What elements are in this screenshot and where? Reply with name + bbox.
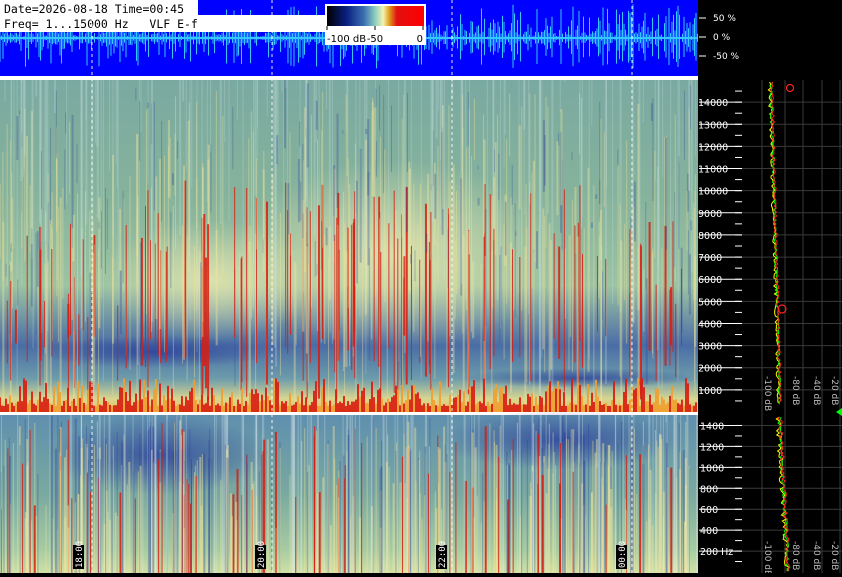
frequency-tick-label: 8000 <box>698 231 722 242</box>
waveform-tick-label: -50 % <box>713 52 740 62</box>
frequency-tick-label: 6000 <box>698 275 722 286</box>
spectrum-db-tick-label: -100 dB <box>762 541 772 573</box>
vlf-spectrogram-screen: Date=2026-08-18 Time=00:45 Freq= 1...150… <box>0 0 842 576</box>
frequency-tick-label: 200 Hz <box>700 547 733 558</box>
frequency-tick-label: 9000 <box>698 209 722 220</box>
frequency-tick-label: 14000 <box>698 98 728 109</box>
colorbar-tick-label: -50 <box>367 34 383 45</box>
spectrum-panel: 1000 2000 3000 4000 5000 6000 7000 8000 9000 1000… <box>698 76 842 576</box>
spectrum-db-tick-label: -80 dB <box>790 376 800 405</box>
upper-noise-glow <box>100 220 320 340</box>
upper-spectrogram <box>0 80 700 412</box>
colorbar-tick-label: -100 dB <box>327 34 366 45</box>
colorbar-tick-label: 0 <box>417 34 423 45</box>
spectrum-db-tick-label: -100 dB <box>762 376 772 411</box>
header-box-extension <box>198 15 325 32</box>
spectrum-db-tick-label: -40 dB <box>811 541 821 570</box>
frequency-tick-label: 1000 <box>698 386 722 397</box>
time-label: 22:00 <box>438 541 448 568</box>
frequency-tick-label: 800 <box>700 484 718 495</box>
colorbar: -100 dB -50 0 <box>325 4 426 45</box>
frequency-tick-label: 400 <box>700 526 718 537</box>
vlf-figure: Date=2026-08-18 Time=00:45 Freq= 1...150… <box>0 0 842 576</box>
header-date-time: Date=2026-08-18 Time=00:45 <box>4 2 184 16</box>
frequency-tick-label: 1000 <box>700 463 724 474</box>
waveform-tick-label: 50 % <box>713 14 736 24</box>
frequency-tick-label: 13000 <box>698 120 728 131</box>
frequency-tick-label: 12000 <box>698 142 728 153</box>
panel-separator <box>0 76 698 80</box>
colorbar-gradient <box>327 6 424 26</box>
frequency-tick-label: 7000 <box>698 253 722 264</box>
lower-spectrogram <box>0 410 699 573</box>
frequency-tick-label: 1200 <box>700 442 724 453</box>
time-label: 00:00 <box>618 541 628 568</box>
waveform-tick-label: 0 % <box>713 33 731 43</box>
frequency-tick-label: 4000 <box>698 319 722 330</box>
spectrum-db-tick-label: -80 dB <box>790 541 800 570</box>
spectrum-db-tick-label: -40 dB <box>811 376 821 405</box>
time-label: 20:00 <box>257 541 267 568</box>
spectrum-db-tick-label: -20 dB <box>829 376 839 405</box>
frequency-tick-label: 11000 <box>698 165 728 176</box>
frequency-tick-label: 5000 <box>698 297 722 308</box>
frequency-tick-label: 600 <box>700 505 718 516</box>
time-label: 18:00 <box>75 541 85 568</box>
frequency-tick-label: 10000 <box>698 187 728 198</box>
frequency-tick-label: 1400 <box>700 421 724 432</box>
spectrum-db-tick-label: -20 dB <box>829 541 839 570</box>
frequency-tick-label: 2000 <box>698 364 722 375</box>
waveform-axis: 50 % 0 % -50 % <box>699 14 740 62</box>
frequency-tick-label: 3000 <box>698 342 722 353</box>
